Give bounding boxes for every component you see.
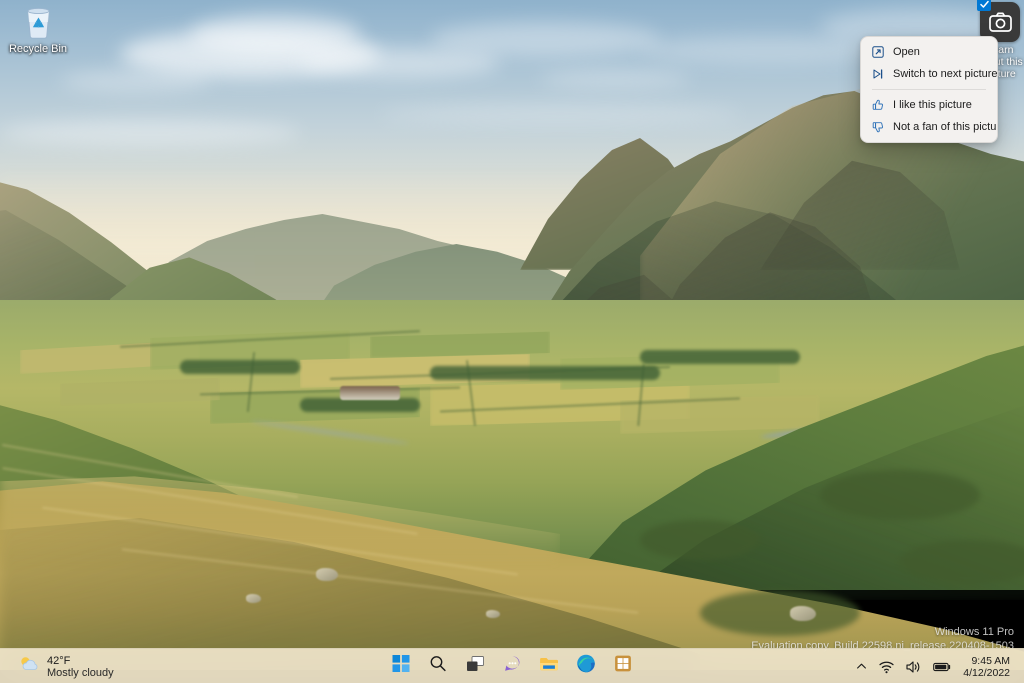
battery-icon xyxy=(933,661,951,673)
clock[interactable]: 9:45 AM 4/12/2022 xyxy=(958,653,1018,680)
rock xyxy=(790,606,816,621)
store-button[interactable] xyxy=(610,653,637,680)
menu-item-label: Open xyxy=(893,46,920,58)
windows-logo-icon xyxy=(393,655,410,677)
cloud xyxy=(540,70,690,88)
show-hidden-icons-button[interactable] xyxy=(851,653,872,680)
weather-temperature: 42°F xyxy=(47,655,114,667)
tree-row xyxy=(430,366,660,380)
task-view-icon xyxy=(466,656,484,677)
battery-button[interactable] xyxy=(928,653,956,680)
weather-text: 42°F Mostly cloudy xyxy=(47,655,114,679)
rock xyxy=(246,594,261,603)
shrub xyxy=(700,590,860,636)
menu-item-label: I like this picture xyxy=(893,99,972,111)
menu-item-label: Switch to next picture xyxy=(893,68,998,80)
selection-checkbox[interactable] xyxy=(977,0,991,11)
search-button[interactable] xyxy=(425,653,452,680)
rock xyxy=(486,610,500,618)
menu-item-label: Not a fan of this picture xyxy=(893,121,998,133)
weather-condition: Mostly cloudy xyxy=(47,667,114,679)
desktop-icon-label: Recycle Bin xyxy=(2,42,74,57)
cloud xyxy=(300,48,500,78)
cloud xyxy=(190,14,360,54)
chat-icon xyxy=(503,655,521,678)
network-button[interactable] xyxy=(874,653,899,680)
cloud xyxy=(60,70,210,92)
partly-cloudy-icon xyxy=(18,655,40,678)
store-icon xyxy=(615,655,632,677)
menu-item-i-like-this-picture[interactable]: I like this picture xyxy=(864,94,994,116)
skip-next-icon xyxy=(871,68,884,81)
tree-row xyxy=(180,360,300,374)
clock-date: 4/12/2022 xyxy=(963,667,1010,679)
task-view-button[interactable] xyxy=(462,653,489,680)
edge-icon xyxy=(577,654,596,678)
edge-button[interactable] xyxy=(573,653,600,680)
farmhouse xyxy=(340,386,400,400)
taskbar[interactable]: 42°F Mostly cloudy xyxy=(0,648,1024,683)
tree-row xyxy=(300,398,420,412)
file-explorer-button[interactable] xyxy=(536,653,563,680)
system-tray[interactable]: 9:45 AM 4/12/2022 xyxy=(851,649,1018,683)
cloud xyxy=(380,104,740,124)
open-external-icon xyxy=(871,46,884,59)
shrub xyxy=(640,520,760,560)
thumbs-down-icon xyxy=(871,121,884,134)
clock-time: 9:45 AM xyxy=(971,655,1010,667)
taskbar-center-group xyxy=(388,649,637,683)
shrub xyxy=(820,470,980,520)
chevron-up-icon xyxy=(856,661,867,672)
cloud xyxy=(430,22,660,56)
wifi-icon xyxy=(879,660,894,674)
volume-icon xyxy=(906,660,921,674)
chat-button[interactable] xyxy=(499,653,526,680)
menu-item-open[interactable]: Open xyxy=(864,41,994,63)
desktop-icon-recycle-bin[interactable]: Recycle Bin xyxy=(2,2,74,57)
folder-icon xyxy=(540,656,559,677)
volume-button[interactable] xyxy=(901,653,926,680)
rock xyxy=(316,568,338,581)
menu-item-not-a-fan-of-this-picture[interactable]: Not a fan of this picture xyxy=(864,116,994,138)
weather-widget[interactable]: 42°F Mostly cloudy xyxy=(10,649,122,683)
menu-separator xyxy=(872,89,986,90)
start-button[interactable] xyxy=(388,653,415,680)
cloud xyxy=(0,120,300,146)
thumbs-up-icon xyxy=(871,99,884,112)
spotlight-context-menu[interactable]: Open Switch to next picture I like this … xyxy=(860,36,998,143)
search-icon xyxy=(430,655,447,677)
tree-row xyxy=(640,350,800,364)
desktop[interactable]: Recycle Bin Learn about this picture xyxy=(0,0,1024,683)
menu-item-switch-to-next-picture[interactable]: Switch to next picture xyxy=(864,63,994,85)
recycle-bin-icon xyxy=(2,2,74,42)
